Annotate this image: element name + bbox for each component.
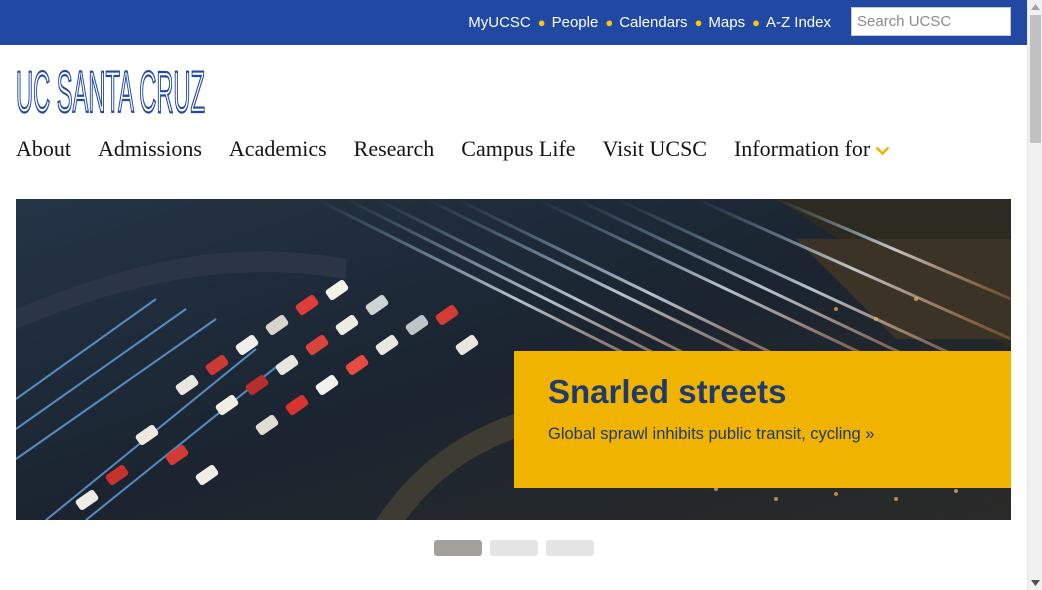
dot-icon: ● xyxy=(605,15,614,30)
util-link-calendars[interactable]: Calendars xyxy=(619,14,687,31)
utility-links: MyUCSC ● People ● Calendars ● Maps ● A-Z… xyxy=(468,0,831,45)
vertical-scrollbar[interactable] xyxy=(1027,0,1042,590)
nav-visit-ucsc[interactable]: Visit UCSC xyxy=(603,136,707,162)
logo-wordmark: UC SANTA CRUZ xyxy=(16,68,205,114)
dot-icon: ● xyxy=(537,15,546,30)
util-link-people[interactable]: People xyxy=(552,14,599,31)
util-link-maps[interactable]: Maps xyxy=(708,14,745,31)
nav-about[interactable]: About xyxy=(16,136,71,162)
hero-banner[interactable]: Snarled streets Global sprawl inhibits p… xyxy=(16,199,1011,520)
nav-research[interactable]: Research xyxy=(354,136,435,162)
hero-caption[interactable]: Snarled streets Global sprawl inhibits p… xyxy=(514,351,1011,488)
chevron-down-icon xyxy=(875,146,890,155)
nav-campus-life[interactable]: Campus Life xyxy=(461,136,575,162)
scroll-thumb[interactable] xyxy=(1030,15,1041,143)
search-input[interactable] xyxy=(851,7,1011,36)
nav-information-for[interactable]: Information for xyxy=(734,136,890,162)
nav-information-for-label: Information for xyxy=(733,136,871,161)
nav-academics[interactable]: Academics xyxy=(229,136,327,162)
util-link-myucsc[interactable]: MyUCSC xyxy=(468,14,531,31)
nav-admissions[interactable]: Admissions xyxy=(98,136,202,162)
hero-subtitle-link[interactable]: Global sprawl inhibits public transit, c… xyxy=(548,425,977,444)
dot-icon: ● xyxy=(752,15,760,30)
scroll-down-arrow-icon[interactable] xyxy=(1028,576,1042,590)
main-nav: About Admissions Academics Research Camp… xyxy=(16,136,890,162)
hero-title[interactable]: Snarled streets xyxy=(548,373,977,411)
utility-bar: MyUCSC ● People ● Calendars ● Maps ● A-Z… xyxy=(0,0,1027,45)
uc-santa-cruz-logo[interactable]: UC SANTA CRUZ xyxy=(16,68,206,114)
scroll-up-arrow-icon[interactable] xyxy=(1028,0,1042,14)
carousel-pager xyxy=(434,540,602,556)
util-link-az-index[interactable]: A-Z Index xyxy=(766,14,831,31)
carousel-dot-1[interactable] xyxy=(434,540,482,556)
carousel-dot-3[interactable] xyxy=(546,540,594,556)
carousel-dot-2[interactable] xyxy=(490,540,538,556)
dot-icon: ● xyxy=(694,15,703,30)
